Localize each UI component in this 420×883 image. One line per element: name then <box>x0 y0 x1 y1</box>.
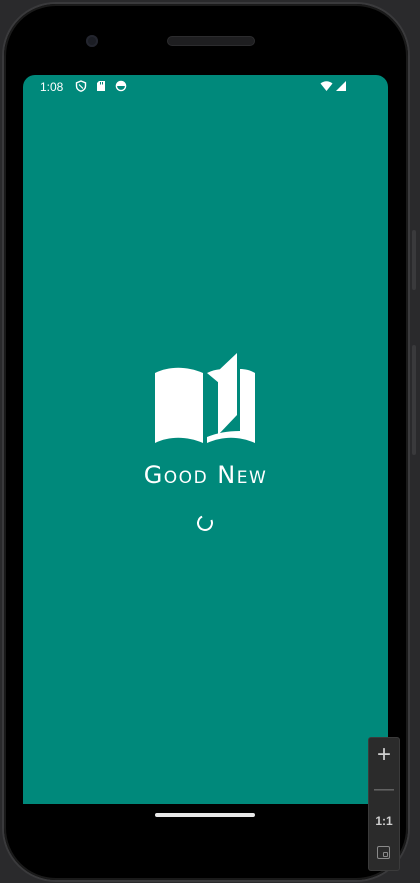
zoom-out-button[interactable]: — <box>369 774 399 804</box>
open-book-icon <box>155 353 255 443</box>
gesture-navigation-bar <box>23 804 388 844</box>
zoom-in-button[interactable]: + <box>369 740 399 770</box>
actual-size-button[interactable]: 1:1 <box>369 806 399 836</box>
app-screen: 1:08 Good New <box>23 75 388 804</box>
zoom-fit-icon <box>377 846 390 859</box>
power-button <box>412 345 416 455</box>
emulator-zoom-panel: + — 1:1 <box>368 737 400 871</box>
front-camera <box>86 35 98 47</box>
home-handle[interactable] <box>155 813 255 817</box>
app-name-title: Good New <box>143 461 268 489</box>
zoom-fit-button[interactable] <box>369 838 399 868</box>
earpiece-speaker <box>167 36 255 46</box>
loading-spinner <box>194 512 216 534</box>
splash-screen: Good New <box>23 75 388 804</box>
volume-button <box>412 230 416 290</box>
